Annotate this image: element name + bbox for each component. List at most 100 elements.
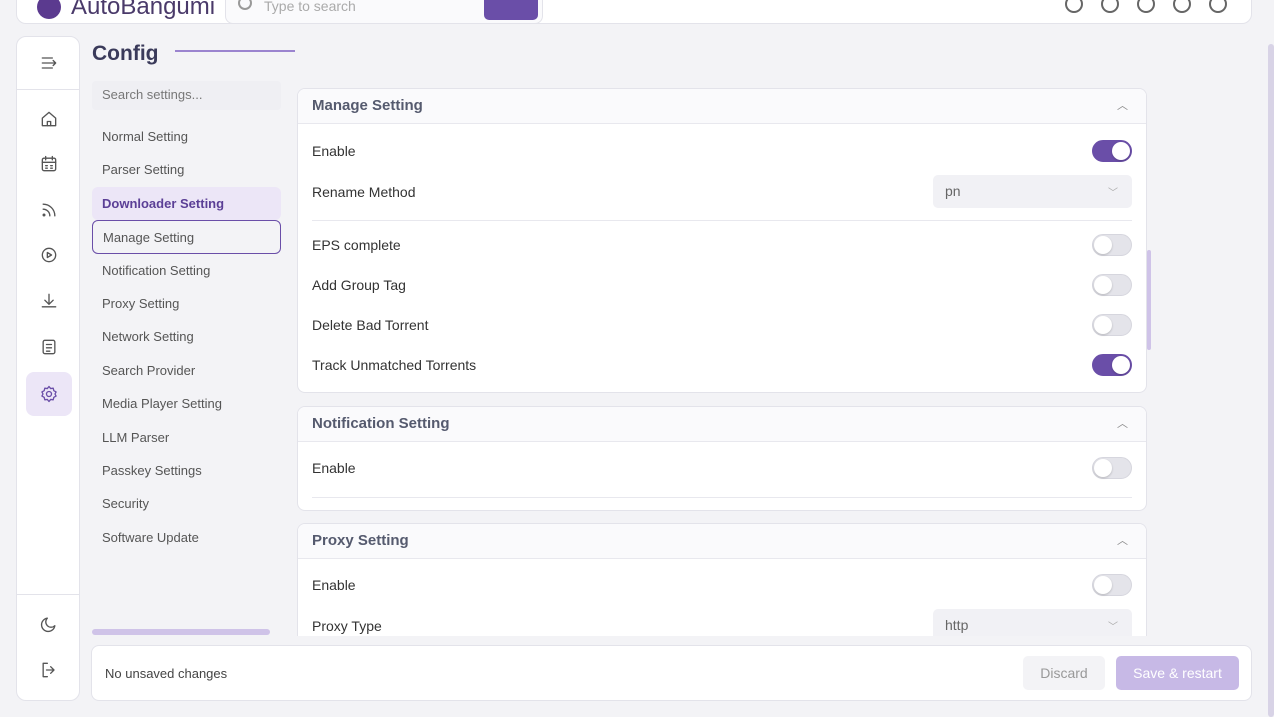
rename-method-row: Rename Method pn ﹀ bbox=[312, 175, 1132, 208]
rail-config-button[interactable] bbox=[26, 372, 72, 416]
app-name: AutoBangumi bbox=[71, 0, 216, 20]
moon-icon bbox=[40, 617, 56, 633]
settings-content: Manage Setting ︿ Enable Rename Method pn… bbox=[297, 88, 1147, 636]
rail-log-button[interactable] bbox=[26, 325, 72, 369]
group-tag-label: Add Group Tag bbox=[312, 277, 406, 293]
rail-downloader-button[interactable] bbox=[26, 279, 72, 323]
proxy-enable-row: Enable bbox=[312, 570, 1132, 600]
eps-complete-row: EPS complete bbox=[312, 230, 1132, 260]
play-circle-icon bbox=[41, 247, 57, 263]
track-unmatched-toggle[interactable] bbox=[1092, 354, 1132, 376]
rail-rss-button[interactable] bbox=[26, 188, 72, 232]
apps-icon[interactable] bbox=[1173, 0, 1191, 13]
section-manage-header[interactable]: Manage Setting ︿ bbox=[298, 89, 1146, 124]
track-unmatched-row: Track Unmatched Torrents bbox=[312, 350, 1132, 380]
document-icon bbox=[42, 339, 56, 355]
proxy-enable-label: Enable bbox=[312, 577, 356, 593]
calendar-icon bbox=[41, 155, 57, 172]
proxy-type-label: Proxy Type bbox=[312, 618, 382, 634]
rename-method-label: Rename Method bbox=[312, 184, 416, 200]
nav-item-security[interactable]: Security bbox=[92, 487, 281, 520]
nav-item-downloader[interactable]: Downloader Setting bbox=[92, 186, 281, 221]
download-icon bbox=[41, 293, 57, 308]
proxy-type-select[interactable]: http ﹀ bbox=[933, 609, 1132, 636]
logout-icon bbox=[42, 662, 55, 678]
notification-enable-toggle[interactable] bbox=[1092, 457, 1132, 479]
app-logo-icon bbox=[37, 0, 61, 19]
discard-button[interactable]: Discard bbox=[1023, 656, 1105, 690]
config-main: Config Search settings... Normal Setting… bbox=[80, 36, 1258, 646]
nav-item-llm-parser[interactable]: LLM Parser bbox=[92, 421, 281, 454]
proxy-enable-toggle[interactable] bbox=[1092, 574, 1132, 596]
logout-button[interactable] bbox=[26, 648, 72, 692]
global-search-button[interactable] bbox=[484, 0, 538, 20]
delete-bad-toggle[interactable] bbox=[1092, 314, 1132, 336]
bell-icon[interactable] bbox=[1065, 0, 1083, 13]
nav-item-proxy[interactable]: Proxy Setting bbox=[92, 287, 281, 320]
nav-item-passkey[interactable]: Passkey Settings bbox=[92, 454, 281, 487]
chevron-up-icon: ︿ bbox=[1117, 535, 1128, 547]
nav-scrollbar[interactable] bbox=[92, 629, 270, 635]
delete-bad-row: Delete Bad Torrent bbox=[312, 310, 1132, 340]
nav-item-manage[interactable]: Manage Setting bbox=[92, 220, 281, 254]
nav-item-media-player[interactable]: Media Player Setting bbox=[92, 387, 281, 420]
rail-home-button[interactable] bbox=[26, 97, 72, 141]
unsaved-status: No unsaved changes bbox=[105, 666, 228, 681]
settings-search-input[interactable]: Search settings... bbox=[92, 81, 281, 110]
delete-bad-label: Delete Bad Torrent bbox=[312, 317, 429, 333]
rename-method-select[interactable]: pn ﹀ bbox=[933, 175, 1132, 208]
dark-mode-button[interactable] bbox=[26, 602, 72, 646]
avatar[interactable] bbox=[1209, 0, 1227, 13]
manage-enable-label: Enable bbox=[312, 143, 356, 159]
top-bar: AutoBangumi Type to search bbox=[16, 0, 1252, 24]
chevron-down-icon: ﹀ bbox=[1108, 188, 1118, 199]
content-scrollbar[interactable] bbox=[1147, 250, 1151, 350]
eps-complete-toggle[interactable] bbox=[1092, 234, 1132, 256]
menu-toggle-button[interactable] bbox=[26, 41, 72, 85]
section-notification-title: Notification Setting bbox=[312, 415, 450, 432]
help-icon[interactable] bbox=[1137, 0, 1155, 13]
settings-nav: Normal Setting Parser Setting Downloader… bbox=[92, 120, 281, 554]
rail-calendar-button[interactable] bbox=[26, 142, 72, 186]
rename-method-value: pn bbox=[945, 183, 961, 199]
page-scrollbar[interactable] bbox=[1268, 44, 1274, 717]
section-proxy-title: Proxy Setting bbox=[312, 532, 409, 549]
page-title: Config bbox=[92, 42, 159, 65]
nav-item-normal[interactable]: Normal Setting bbox=[92, 120, 281, 153]
global-search-input[interactable]: Type to search bbox=[225, 0, 543, 24]
nav-item-network[interactable]: Network Setting bbox=[92, 320, 281, 353]
menu-fold-icon bbox=[41, 57, 57, 69]
top-icons bbox=[1065, 0, 1227, 13]
eps-complete-label: EPS complete bbox=[312, 237, 401, 253]
manage-enable-row: Enable bbox=[312, 136, 1132, 166]
home-icon bbox=[41, 111, 57, 127]
notification-enable-label: Enable bbox=[312, 460, 356, 476]
chevron-up-icon: ︿ bbox=[1117, 418, 1128, 430]
section-manage: Manage Setting ︿ Enable Rename Method pn… bbox=[297, 88, 1147, 393]
track-unmatched-label: Track Unmatched Torrents bbox=[312, 357, 477, 373]
group-tag-toggle[interactable] bbox=[1092, 274, 1132, 296]
rail-player-button[interactable] bbox=[26, 233, 72, 277]
theme-icon[interactable] bbox=[1101, 0, 1119, 13]
nav-item-notification[interactable]: Notification Setting bbox=[92, 254, 281, 287]
section-notification-header[interactable]: Notification Setting ︿ bbox=[298, 407, 1146, 442]
save-bar: No unsaved changes Discard Save & restar… bbox=[91, 645, 1252, 701]
title-underline bbox=[175, 50, 295, 52]
nav-item-software-update[interactable]: Software Update bbox=[92, 521, 281, 554]
group-tag-row: Add Group Tag bbox=[312, 270, 1132, 300]
search-icon bbox=[238, 0, 252, 10]
nav-item-parser[interactable]: Parser Setting bbox=[92, 153, 281, 186]
proxy-type-value: http bbox=[945, 617, 969, 633]
gear-icon bbox=[41, 385, 57, 403]
section-manage-title: Manage Setting bbox=[312, 97, 423, 114]
section-proxy-header[interactable]: Proxy Setting ︿ bbox=[298, 524, 1146, 559]
section-proxy: Proxy Setting ︿ Enable Proxy Type http ﹀ bbox=[297, 523, 1147, 636]
section-notification: Notification Setting ︿ Enable bbox=[297, 406, 1147, 511]
save-restart-button[interactable]: Save & restart bbox=[1116, 656, 1239, 690]
proxy-type-row: Proxy Type http ﹀ bbox=[312, 609, 1132, 636]
notification-enable-row: Enable bbox=[312, 453, 1132, 483]
manage-enable-toggle[interactable] bbox=[1092, 140, 1132, 162]
global-search-placeholder: Type to search bbox=[264, 0, 356, 14]
rss-icon bbox=[42, 203, 56, 217]
nav-item-search-provider[interactable]: Search Provider bbox=[92, 354, 281, 387]
